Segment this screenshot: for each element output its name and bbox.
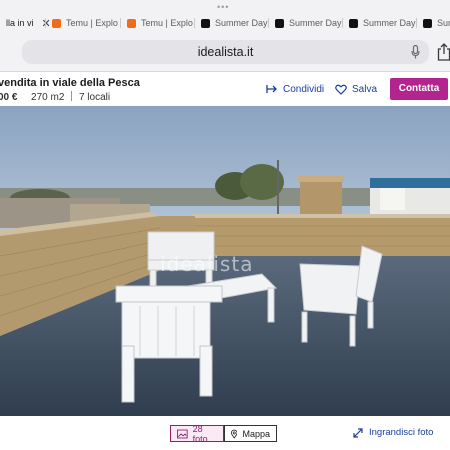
listing-area: 270 m2 (31, 92, 65, 103)
x-favicon-icon (275, 18, 284, 28)
listing-header: vendita in viale della Pesca 00 € 270 m2… (0, 72, 450, 106)
enlarge-label: Ingrandisci foto (369, 427, 434, 438)
address-text: idealista.it (197, 45, 254, 59)
tab-idealista[interactable]: lla in vi ✕ (0, 12, 51, 34)
tab-overview-dots[interactable]: ••• (217, 2, 229, 12)
share-label: Condividi (283, 83, 325, 95)
map-pin-icon (231, 429, 238, 439)
map-button[interactable]: Mappa (224, 425, 277, 442)
map-label: Mappa (242, 428, 270, 439)
temu-favicon-icon (52, 18, 61, 28)
x-favicon-icon (423, 18, 432, 28)
image-icon (177, 429, 188, 438)
x-favicon-icon (201, 18, 210, 28)
tab-label: Summer Day (215, 18, 268, 28)
tab-temu-1[interactable]: Temu | Explo (46, 12, 121, 34)
expand-icon (353, 427, 363, 438)
tab-summer-day-1[interactable]: Summer Day (195, 12, 269, 34)
browser-chrome: ••• lla in vi ✕ Temu | Explo Temu | Expl… (0, 0, 450, 72)
save-label: Salva (352, 83, 378, 95)
share-icon[interactable] (437, 43, 450, 61)
tab-label: Summer Day (289, 18, 342, 28)
x-favicon-icon (349, 18, 358, 28)
contact-button[interactable]: Contatta (390, 78, 448, 100)
tab-summer-day-2[interactable]: Summer Day (269, 12, 343, 34)
tab-label: Sum (437, 18, 450, 28)
listing-title: vendita in viale della Pesca (0, 77, 140, 89)
photos-button[interactable]: 28 foto (170, 423, 224, 444)
tab-summer-day-4[interactable]: Sum (417, 12, 450, 34)
temu-favicon-icon (127, 18, 136, 28)
share-arrow-icon (266, 85, 277, 93)
photo-toolbar: 28 foto Mappa Ingrandisci foto (0, 416, 450, 450)
listing-photo[interactable]: idealista (0, 106, 450, 416)
tab-label: Temu | Explo (66, 18, 118, 28)
share-listing-button[interactable]: Condividi (266, 82, 324, 96)
microphone-icon[interactable] (411, 45, 420, 59)
tab-temu-2[interactable]: Temu | Explo (121, 12, 195, 34)
listing-meta: 00 € 270 m2 7 locali (0, 91, 110, 103)
divider (71, 91, 73, 101)
tab-label: lla in vi (6, 18, 34, 28)
idealista-watermark: idealista (160, 252, 254, 276)
photos-label: 28 foto (192, 423, 208, 444)
heart-icon (335, 84, 347, 95)
save-listing-button[interactable]: Salva (335, 82, 377, 96)
tab-label: Summer Day (363, 18, 416, 28)
tab-summer-day-3[interactable]: Summer Day (343, 12, 417, 34)
address-bar[interactable]: idealista.it (22, 40, 429, 64)
tab-strip: lla in vi ✕ Temu | Explo Temu | Explo Su… (0, 12, 450, 34)
tab-label: Temu | Explo (141, 18, 193, 28)
listing-price: 00 € (0, 92, 18, 103)
enlarge-photo-button[interactable]: Ingrandisci foto (353, 427, 433, 438)
listing-rooms: 7 locali (78, 92, 111, 103)
